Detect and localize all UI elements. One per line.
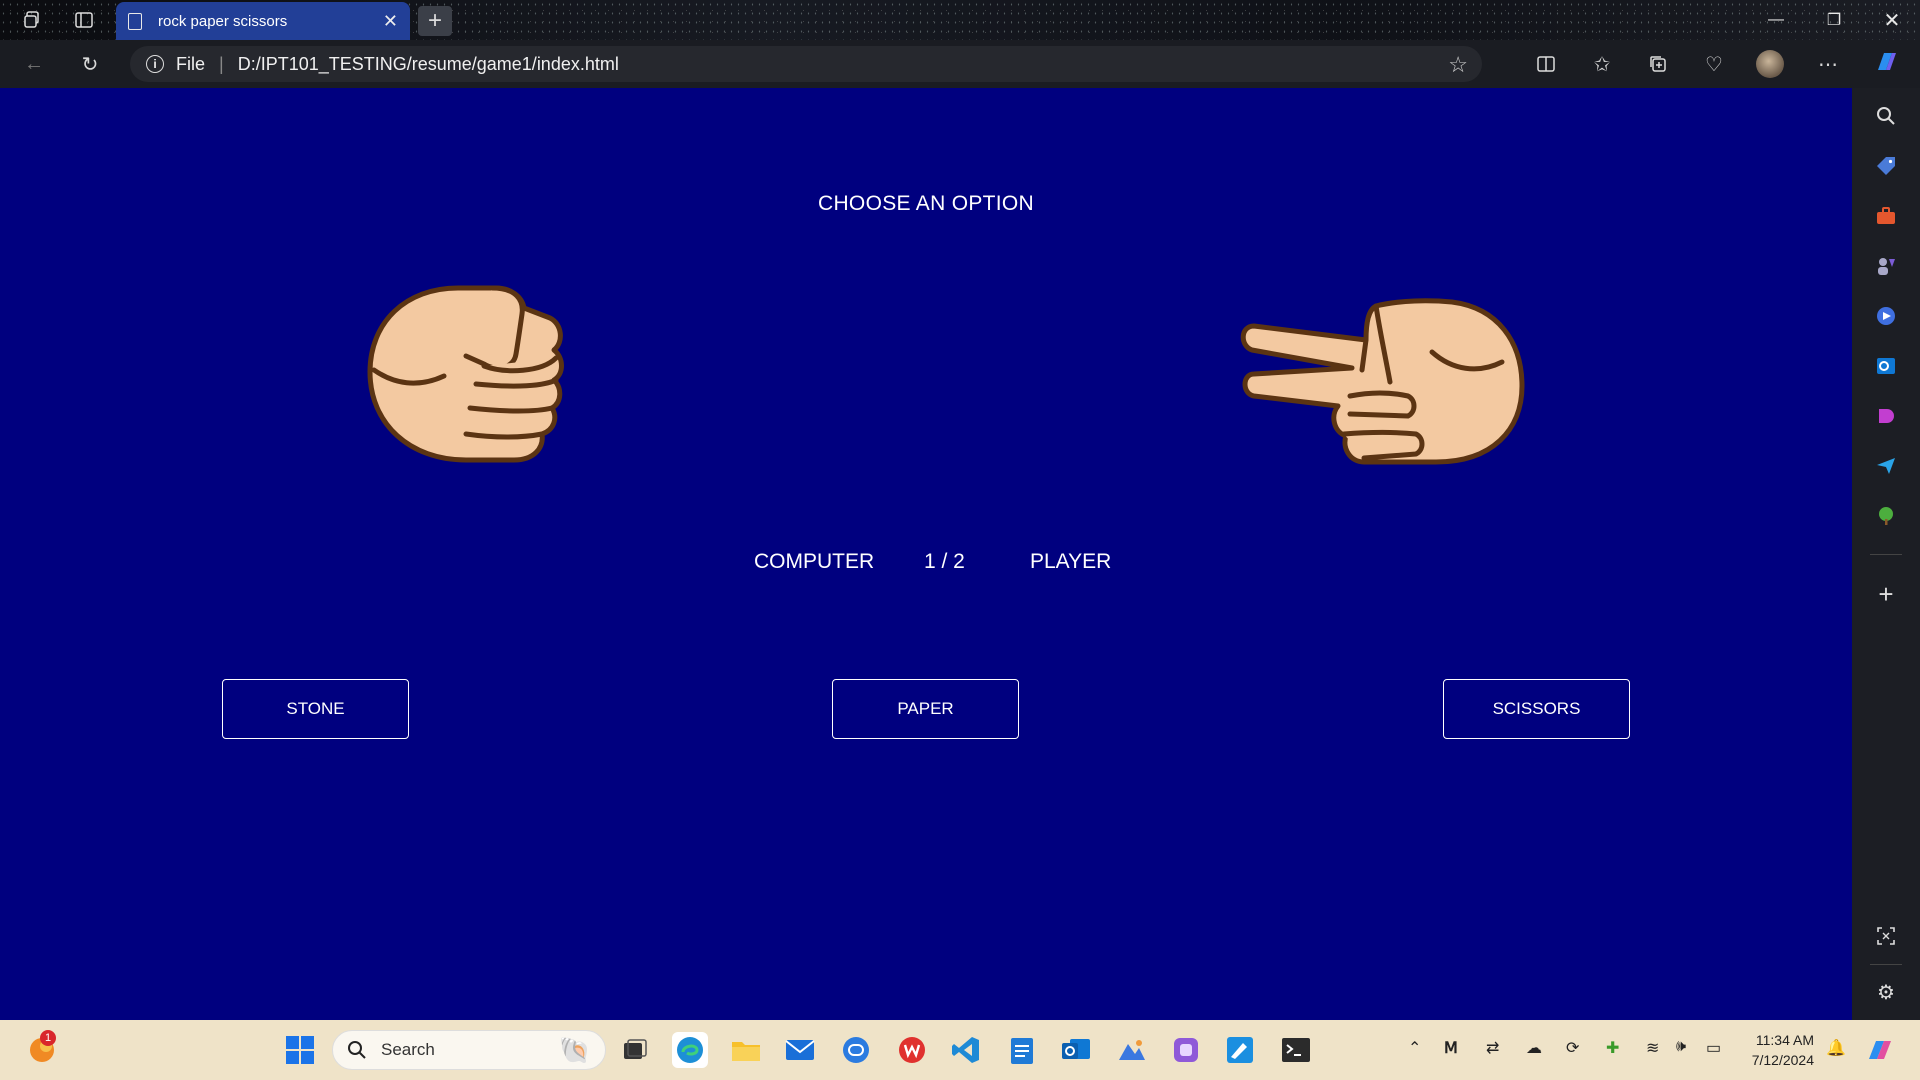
wps-office-icon[interactable] xyxy=(894,1032,930,1068)
tray-sliders-icon[interactable]: ⇄ xyxy=(1486,1038,1499,1058)
nautilus-shell-icon: 🐚 xyxy=(558,1035,591,1065)
refresh-icon[interactable]: ↻ xyxy=(74,50,106,78)
clipchamp-icon[interactable] xyxy=(1168,1032,1204,1068)
address-url[interactable]: D:/IPT101_TESTING/resume/game1/index.htm… xyxy=(238,54,619,75)
scissors-button[interactable]: SCISSORS xyxy=(1443,679,1630,739)
games-icon[interactable] xyxy=(1872,252,1900,280)
screenshot-icon[interactable] xyxy=(1872,922,1900,950)
workspaces-icon[interactable] xyxy=(16,6,48,34)
wifi-icon[interactable]: ≋ xyxy=(1646,1038,1659,1058)
designer-icon[interactable] xyxy=(1872,402,1900,430)
back-arrow-icon[interactable]: ← xyxy=(18,50,50,78)
notepad-icon[interactable] xyxy=(1004,1032,1040,1068)
photos-icon[interactable] xyxy=(1114,1032,1150,1068)
gear-icon[interactable]: ⚙ xyxy=(1872,978,1900,1006)
clock-time: 11:34 AM xyxy=(1755,1032,1814,1048)
browser-title-bar: rock paper scissors ✕ + — ❐ ✕ xyxy=(0,0,1920,40)
add-icon[interactable]: + xyxy=(1872,579,1900,609)
edge-browser-icon[interactable] xyxy=(672,1032,708,1068)
scissors-hand-icon xyxy=(1240,296,1526,468)
battery-icon[interactable]: ▭ xyxy=(1706,1038,1721,1058)
page-heading: CHOOSE AN OPTION xyxy=(818,192,1034,215)
browser-tab-active[interactable]: rock paper scissors ✕ xyxy=(116,2,410,40)
outlook-new-icon[interactable] xyxy=(1058,1032,1094,1068)
stone-button[interactable]: STONE xyxy=(222,679,409,739)
chevron-up-icon[interactable]: ⌃ xyxy=(1408,1038,1421,1058)
volume-icon[interactable]: 🕪 xyxy=(1676,1038,1686,1056)
document-icon xyxy=(128,12,142,30)
copilot-icon[interactable] xyxy=(1870,48,1902,76)
chat-app-icon[interactable] xyxy=(838,1032,874,1068)
notification-badge: 1 xyxy=(40,1030,56,1046)
tree-icon[interactable] xyxy=(1872,502,1900,530)
tray-shield-icon[interactable]: ✚ xyxy=(1606,1038,1619,1058)
collections-icon[interactable] xyxy=(1642,50,1674,78)
copilot-app-icon[interactable] xyxy=(1872,302,1900,330)
close-tab-icon[interactable]: ✕ xyxy=(383,11,398,32)
address-bar[interactable]: i File | D:/IPT101_TESTING/resume/game1/… xyxy=(130,46,1482,82)
tab-title: rock paper scissors xyxy=(158,12,288,30)
mail-icon[interactable] xyxy=(782,1032,818,1068)
sync-icon[interactable]: ⟳ xyxy=(1566,1038,1579,1058)
paint-icon[interactable] xyxy=(1222,1032,1258,1068)
sidebar-divider xyxy=(1870,964,1902,965)
system-clock[interactable]: 11:34 AM 7/12/2024 xyxy=(1742,1030,1814,1070)
shopping-tag-icon[interactable] xyxy=(1872,152,1900,180)
minimize-button[interactable]: — xyxy=(1748,0,1804,40)
scoreboard: COMPUTER 1 / 2 PLAYER xyxy=(0,550,1852,580)
new-tab-button[interactable]: + xyxy=(418,6,452,36)
score-display: 1 / 2 xyxy=(924,550,965,573)
windows-taskbar: Search 🐚 ⌃ Ⅿ ⇄ ☁ ⟳ ✚ ≋ 🕪 ▭ 11:34 AM 7/12… xyxy=(0,1020,1920,1080)
rock-hand-icon xyxy=(366,284,570,464)
windows-start-icon[interactable] xyxy=(282,1032,318,1068)
taskbar-search-box[interactable]: Search 🐚 xyxy=(332,1030,606,1070)
vscode-icon[interactable] xyxy=(948,1032,984,1068)
send-icon[interactable] xyxy=(1872,452,1900,480)
edge-sidebar: + ⚙ xyxy=(1852,88,1920,1020)
sidebar-divider xyxy=(1870,554,1902,555)
settings-more-icon[interactable]: ⋯ xyxy=(1812,50,1844,78)
tools-briefcase-icon[interactable] xyxy=(1872,202,1900,230)
restore-button[interactable]: ❐ xyxy=(1806,0,1862,40)
favorites-icon[interactable]: ✩ xyxy=(1586,50,1618,78)
computer-label: COMPUTER xyxy=(754,550,875,573)
browser-essentials-icon[interactable]: ♡ xyxy=(1698,50,1730,78)
browser-toolbar: ← ↻ i File | D:/IPT101_TESTING/resume/ga… xyxy=(0,40,1920,88)
paper-button[interactable]: PAPER xyxy=(832,679,1019,739)
tray-app-icon[interactable]: Ⅿ xyxy=(1444,1038,1458,1058)
search-icon[interactable] xyxy=(1872,102,1900,130)
clock-date: 7/12/2024 xyxy=(1751,1052,1814,1068)
task-view-icon[interactable] xyxy=(616,1032,652,1068)
search-placeholder: Search xyxy=(381,1040,435,1059)
outlook-icon[interactable] xyxy=(1872,352,1900,380)
tab-actions-icon[interactable] xyxy=(68,6,100,34)
favorite-star-icon[interactable]: ☆ xyxy=(1448,52,1468,78)
onedrive-cloud-icon[interactable]: ☁ xyxy=(1526,1038,1542,1058)
close-window-button[interactable]: ✕ xyxy=(1864,0,1920,40)
copilot-taskbar-icon[interactable] xyxy=(1862,1032,1898,1068)
notification-bell-icon[interactable]: 🔔 xyxy=(1826,1038,1846,1058)
player-label: PLAYER xyxy=(1030,550,1112,573)
page-content: CHOOSE AN OPTION COMPUTER 1 / 2 PLAYER S… xyxy=(0,88,1852,1020)
address-scheme: File xyxy=(176,53,206,74)
file-explorer-icon[interactable] xyxy=(728,1032,764,1068)
profile-avatar[interactable] xyxy=(1756,50,1784,78)
terminal-icon[interactable] xyxy=(1278,1032,1314,1068)
info-icon[interactable]: i xyxy=(146,55,164,73)
address-divider: | xyxy=(219,53,224,74)
split-screen-icon[interactable] xyxy=(1530,50,1562,78)
search-icon xyxy=(348,1041,366,1059)
